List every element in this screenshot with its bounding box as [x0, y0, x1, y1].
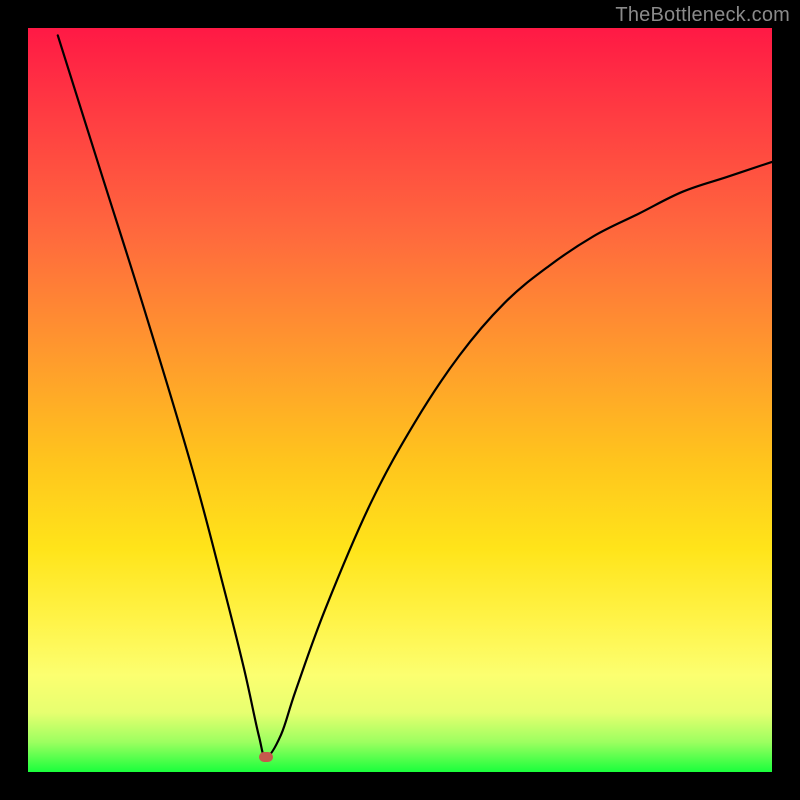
bottleneck-curve [58, 35, 772, 757]
chart-svg [28, 28, 772, 772]
watermark-text: TheBottleneck.com [615, 4, 790, 27]
optimum-marker [259, 752, 273, 762]
plot-area [28, 28, 772, 772]
chart-frame: TheBottleneck.com [0, 0, 800, 800]
